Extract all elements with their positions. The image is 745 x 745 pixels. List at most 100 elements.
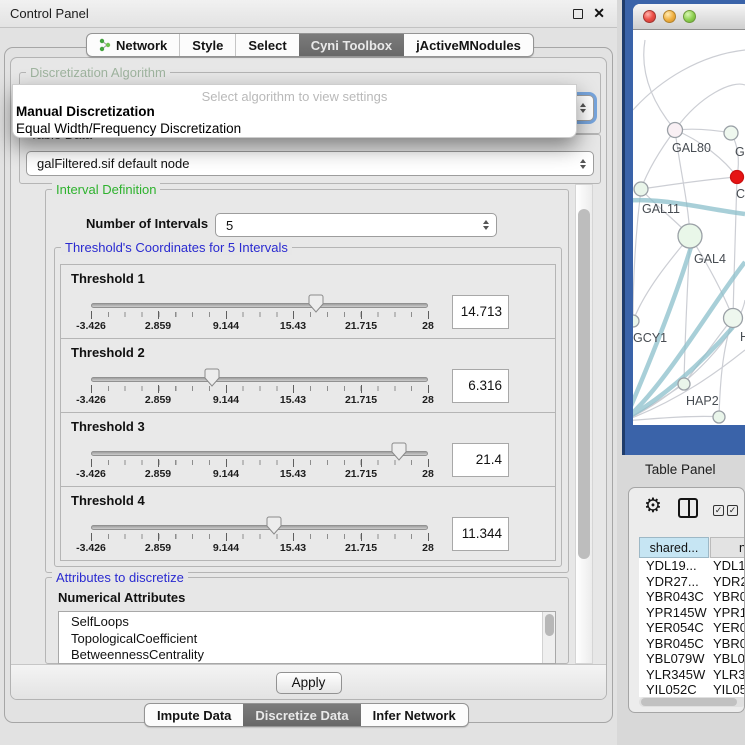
number-of-intervals-value: 5 — [226, 218, 233, 233]
node-g — [724, 126, 738, 140]
cell-shared-name: YDL19... — [646, 558, 709, 573]
threshold-2-slider-handle[interactable] — [204, 368, 220, 387]
table-row[interactable]: YBR045C YBR045C — [639, 636, 745, 652]
tab-select-label: Select — [248, 38, 286, 53]
threshold-1-label: Threshold 1 — [71, 271, 145, 286]
interval-definition-group: Interval Definition Number of Intervals … — [45, 189, 569, 573]
apply-bar: Apply — [11, 664, 606, 700]
threshold-4-value-field[interactable]: 11.344 — [452, 517, 509, 551]
control-panel-tab-bar: Network Style Select Cyni Toolbox jActiv… — [86, 33, 534, 57]
cell-name: YLR345W — [713, 667, 745, 682]
table-row[interactable]: YBL079W YBL079W — [639, 651, 745, 667]
scale-label: 9.144 — [213, 468, 239, 480]
column-header-name[interactable]: n — [710, 537, 745, 558]
menu-item-manual-discretization[interactable]: Manual Discretization — [16, 104, 155, 119]
number-of-intervals-combobox[interactable]: 5 — [215, 213, 497, 237]
threshold-4-slider-track[interactable] — [91, 525, 428, 530]
threshold-3-slider-handle[interactable] — [391, 442, 407, 461]
scrollbar-thumb[interactable] — [641, 698, 737, 706]
network-window-titlebar[interactable] — [633, 4, 745, 30]
threshold-1-value-field[interactable]: 14.713 — [452, 295, 509, 329]
tab-infer-network[interactable]: Infer Network — [361, 704, 468, 726]
node-gal4 — [678, 224, 702, 248]
table-data-selected: galFiltered.sif default node — [37, 156, 189, 171]
scale-label: 21.715 — [345, 468, 377, 480]
slider-ticks — [91, 386, 429, 391]
tab-jactivemnodules[interactable]: jActiveMNodules — [404, 34, 533, 56]
scrollbar-thumb[interactable] — [545, 614, 554, 636]
list-item[interactable]: TopologicalCoefficient — [59, 631, 555, 648]
node-label: G — [735, 145, 745, 159]
threshold-2-slider-track[interactable] — [91, 377, 428, 382]
list-item[interactable]: SelfLoops — [59, 612, 555, 631]
number-of-intervals-label: Number of Intervals — [86, 216, 208, 231]
list-item[interactable]: BetweennessCentrality — [59, 647, 555, 664]
apply-button[interactable]: Apply — [276, 672, 342, 694]
node-labels: GAL80 G C GAL11 GAL4 GCY1 H HAP2 — [633, 141, 745, 408]
column-header-shared-name[interactable]: shared... — [639, 537, 709, 558]
slider-ticks — [91, 460, 429, 465]
combo-arrows-icon — [483, 220, 489, 230]
scale-label: 2.859 — [145, 542, 171, 554]
scrollbar-thumb[interactable] — [578, 209, 590, 559]
checkbox-icon[interactable]: ✓ — [727, 505, 738, 516]
tab-style-label: Style — [192, 38, 223, 53]
threshold-2-panel: Threshold 2 -3.426 2.859 9.144 15.43 21.… — [60, 338, 556, 413]
cell-name: YBR045C — [713, 636, 745, 651]
panel-vertical-scrollbar[interactable] — [575, 184, 593, 664]
tab-select[interactable]: Select — [235, 34, 298, 56]
tab-cyni-toolbox[interactable]: Cyni Toolbox — [299, 34, 404, 56]
scale-label: 2.859 — [145, 394, 171, 406]
close-window-icon[interactable]: ✕ — [593, 5, 605, 22]
table-data-group: Table Data galFiltered.sif default node — [19, 134, 601, 184]
node-label: H — [740, 330, 745, 344]
tab-style[interactable]: Style — [179, 34, 235, 56]
table-row[interactable]: YER054C YER054C — [639, 620, 745, 636]
threshold-1-slider-track[interactable] — [91, 303, 428, 308]
list-vertical-scrollbar[interactable] — [542, 612, 555, 663]
cell-shared-name: YDR27... — [646, 574, 709, 589]
close-traffic-light-icon[interactable] — [643, 10, 656, 23]
float-window-icon[interactable] — [573, 9, 583, 19]
table-panel-title: Table Panel — [645, 462, 716, 477]
minimize-traffic-light-icon[interactable] — [663, 10, 676, 23]
scale-label: 2.859 — [145, 320, 171, 332]
tab-discretize-data[interactable]: Discretize Data — [243, 704, 360, 726]
gear-icon[interactable]: ⚙ — [644, 493, 662, 518]
threshold-1-slider-handle[interactable] — [308, 294, 324, 313]
table-row[interactable]: YLR345W YLR345W — [639, 667, 745, 683]
table-rows: YDL19... YDL19... YDR27... YDR27... YBR0… — [639, 558, 745, 697]
table-row[interactable]: YDL19... YDL19... — [639, 558, 745, 574]
table-row[interactable]: YIL052C YIL052C — [639, 682, 745, 697]
scale-label: -3.426 — [76, 468, 106, 480]
scale-label: 9.144 — [213, 394, 239, 406]
column-layout-icon[interactable] — [678, 498, 698, 518]
menu-item-equal-width-frequency[interactable]: Equal Width/Frequency Discretization — [16, 121, 241, 136]
cell-shared-name: YIL052C — [646, 682, 709, 697]
table-row[interactable]: YBR043C YBR043C — [639, 589, 745, 605]
network-window: GAL80 G C GAL11 GAL4 GCY1 H HAP2 — [633, 4, 745, 425]
tab-impute-data[interactable]: Impute Data — [145, 704, 243, 726]
table-data-combobox[interactable]: galFiltered.sif default node — [26, 151, 594, 176]
cell-name: YIL052C — [713, 682, 745, 697]
zoom-traffic-light-icon[interactable] — [683, 10, 696, 23]
table-row[interactable]: YPR145W YPR145W — [639, 605, 745, 621]
table-row[interactable]: YDR27... YDR27... — [639, 574, 745, 590]
tab-network[interactable]: Network — [87, 34, 179, 56]
threshold-4-slider-handle[interactable] — [266, 516, 282, 535]
node-hap2 — [678, 378, 690, 390]
threshold-3-value-field[interactable]: 21.4 — [452, 443, 509, 477]
threshold-3-slider-track[interactable] — [91, 451, 428, 456]
threshold-2-value-field[interactable]: 6.316 — [452, 369, 509, 403]
scale-label: 15.43 — [280, 320, 306, 332]
discretization-algorithm-title: Discretization Algorithm — [26, 65, 170, 80]
cell-shared-name: YLR345W — [646, 667, 709, 682]
cyni-toolbox-panel: Discretization Algorithm Table Data galF… — [10, 57, 607, 700]
control-panel-window: Control Panel ✕ Network Style Select — [0, 0, 617, 745]
tab-network-label: Network — [116, 38, 167, 53]
network-canvas[interactable]: GAL80 G C GAL11 GAL4 GCY1 H HAP2 — [633, 30, 745, 425]
table-horizontal-scrollbar[interactable] — [639, 697, 745, 707]
node-partial — [713, 411, 725, 423]
scale-label: 9.144 — [213, 320, 239, 332]
checkbox-icon[interactable]: ✓ — [713, 505, 724, 516]
